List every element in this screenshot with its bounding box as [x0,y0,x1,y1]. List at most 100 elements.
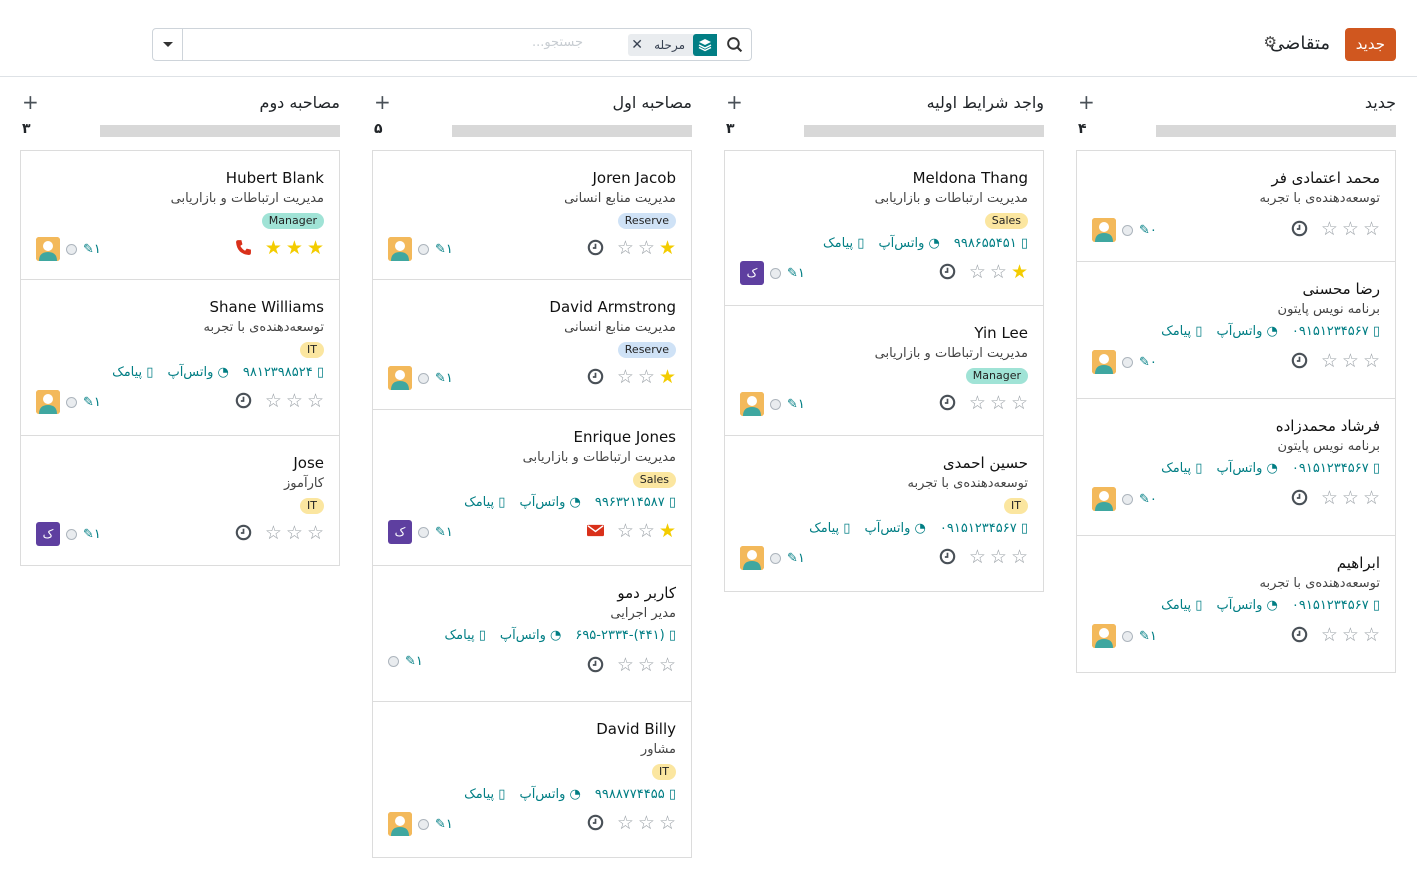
clock-icon[interactable] [939,548,956,565]
star-empty-icon[interactable]: ☆ [1342,624,1359,646]
status-dot[interactable] [770,398,781,410]
applicant-card[interactable]: David Billy مشاور IT ▯ ۹۹۸۸۷۷۴۴۵۵ ◔ واتس‌آپ ▯… [372,702,692,858]
sms-link[interactable]: ▯ پیامک [823,236,864,251]
avatar[interactable] [740,546,764,570]
status-dot[interactable] [66,396,77,408]
status-dot[interactable] [770,267,781,279]
star-empty-icon[interactable]: ☆ [659,654,676,676]
star-empty-icon[interactable]: ☆ [638,520,655,542]
applicant-card[interactable]: Joren Jacob مدیریت منابع انسانی Reserve ★ ☆ ☆… [372,150,692,280]
status-dot[interactable] [418,372,429,384]
clock-icon[interactable] [1291,626,1308,643]
star-empty-icon[interactable]: ☆ [969,546,986,568]
avatar[interactable]: ک [740,261,764,285]
whatsapp-link[interactable]: ◔ واتس‌آپ [878,236,939,251]
attachment-count[interactable]: ✎۱ [787,551,805,566]
star-empty-icon[interactable]: ☆ [638,812,655,834]
star-empty-icon[interactable]: ☆ [1342,350,1359,372]
whatsapp-link[interactable]: ◔ واتس‌آپ [1216,324,1277,339]
avatar[interactable] [388,812,412,836]
page-title[interactable]: متقاضی [1270,33,1330,54]
phone-link[interactable]: ▯ ۹۹۶۳۲۱۴۵۸۷ [595,495,676,510]
sms-link[interactable]: ▯ پیامک [1161,598,1202,613]
sms-link[interactable]: ▯ پیامک [1161,324,1202,339]
whatsapp-link[interactable]: ◔ واتس‌آپ [1216,461,1277,476]
star-empty-icon[interactable]: ☆ [307,390,324,412]
star-empty-icon[interactable]: ☆ [990,392,1007,414]
avatar[interactable] [1092,487,1116,511]
search-options-toggle[interactable] [153,29,183,60]
status-dot[interactable] [1122,493,1133,505]
add-card-icon[interactable]: + [726,90,743,114]
clock-icon[interactable] [939,263,956,280]
status-dot[interactable] [1122,356,1133,368]
phone-link[interactable]: ▯ ۰۹۱۵۱۲۳۴۵۶۷ [940,521,1028,536]
star-empty-icon[interactable]: ☆ [617,520,634,542]
attachment-count[interactable]: ✎۰ [1139,355,1157,370]
new-button[interactable]: جدید [1344,28,1396,61]
star-empty-icon[interactable]: ☆ [307,522,324,544]
column-title[interactable]: مصاحبه دوم [260,93,340,112]
column-progress-bar[interactable] [804,125,1044,137]
clock-icon[interactable] [587,814,604,831]
avatar[interactable] [1092,218,1116,242]
attachment-count[interactable]: ✎۱ [435,242,453,257]
star-empty-icon[interactable]: ☆ [1011,546,1028,568]
star-empty-icon[interactable]: ☆ [1342,487,1359,509]
star-empty-icon[interactable]: ☆ [286,390,303,412]
attachment-count[interactable]: ✎۱ [435,817,453,832]
whatsapp-link[interactable]: ◔ واتس‌آپ [519,787,580,802]
search-icon[interactable] [726,36,743,53]
status-dot[interactable] [388,656,399,667]
gear-icon[interactable]: ⚙ [1263,35,1277,50]
sms-link[interactable]: ▯ پیامک [464,495,505,510]
phone-link[interactable]: ▯ ۰۹۱۵۱۲۳۴۵۶۷ [1292,598,1380,613]
attachment-count[interactable]: ✎۱ [83,527,101,542]
avatar[interactable] [1092,624,1116,648]
attachment-count[interactable]: ✎۰ [1139,492,1157,507]
phone-link[interactable]: ▯ ۰۹۱۵۱۲۳۴۵۶۷ [1292,461,1380,476]
applicant-card[interactable]: Jose کارآموز IT ☆ ☆ ☆ ک ✎۱ [20,436,340,566]
avatar[interactable]: ک [36,522,60,546]
avatar[interactable] [740,392,764,416]
clock-icon[interactable] [235,392,252,409]
envelope-icon[interactable] [587,522,604,539]
star-filled-icon[interactable]: ★ [659,520,676,542]
applicant-card[interactable]: Meldona Thang مدیریت ارتباطات و بازاریابی… [724,150,1044,306]
star-empty-icon[interactable]: ☆ [969,261,986,283]
star-empty-icon[interactable]: ☆ [1321,487,1338,509]
search-input[interactable] [383,35,583,50]
applicant-card[interactable]: محمد اعتمادی فر توسعه‌دهنده‌ی با تجربه ☆ ☆ ☆… [1076,150,1396,262]
phone-icon[interactable] [235,239,252,256]
star-empty-icon[interactable]: ☆ [617,812,634,834]
applicant-card[interactable]: Shane Williams توسعه‌دهنده‌ی با تجربه IT ▯ … [20,280,340,436]
clock-icon[interactable] [1291,352,1308,369]
applicant-card[interactable]: David Armstrong مدیریت منابع انسانی Reserv… [372,280,692,410]
column-progress-bar[interactable] [452,125,692,137]
star-empty-icon[interactable]: ☆ [617,654,634,676]
whatsapp-link[interactable]: ◔ واتس‌آپ [1216,598,1277,613]
applicant-card[interactable]: رضا محسنی برنامه نویس پایتون ▯ ۰۹۱۵۱۲۳۴۵۶۷… [1076,262,1396,399]
star-empty-icon[interactable]: ☆ [638,654,655,676]
star-empty-icon[interactable]: ☆ [1363,624,1380,646]
star-empty-icon[interactable]: ☆ [617,237,634,259]
phone-link[interactable]: ▯ ۹۹۸۶۵۵۴۵۱ [954,236,1028,251]
star-empty-icon[interactable]: ☆ [265,522,282,544]
star-empty-icon[interactable]: ☆ [1363,350,1380,372]
column-title[interactable]: مصاحبه اول [613,93,693,112]
star-filled-icon[interactable]: ★ [1011,261,1028,283]
avatar[interactable] [36,237,60,261]
star-empty-icon[interactable]: ☆ [1321,218,1338,240]
column-title[interactable]: جدید [1365,93,1396,112]
star-empty-icon[interactable]: ☆ [638,237,655,259]
star-filled-icon[interactable]: ★ [307,237,324,259]
add-card-icon[interactable]: + [1078,90,1095,114]
applicant-card[interactable]: فرشاد محمدزاده برنامه نویس پایتون ▯ ۰۹۱۵۱۲… [1076,399,1396,536]
sms-link[interactable]: ▯ پیامک [809,521,850,536]
status-dot[interactable] [418,243,429,255]
applicant-card[interactable]: کاربر دمو مدیر اجرایی ▯ (۴۴۱)-۶۹۵-۲۳۳۴ ◔ وا… [372,566,692,702]
status-dot[interactable] [770,552,781,564]
applicant-card[interactable]: Hubert Blank مدیریت ارتباطات و بازاریابی M… [20,150,340,280]
attachment-count[interactable]: ✎۱ [83,395,101,410]
attachment-count[interactable]: ✎۰ [1139,223,1157,238]
